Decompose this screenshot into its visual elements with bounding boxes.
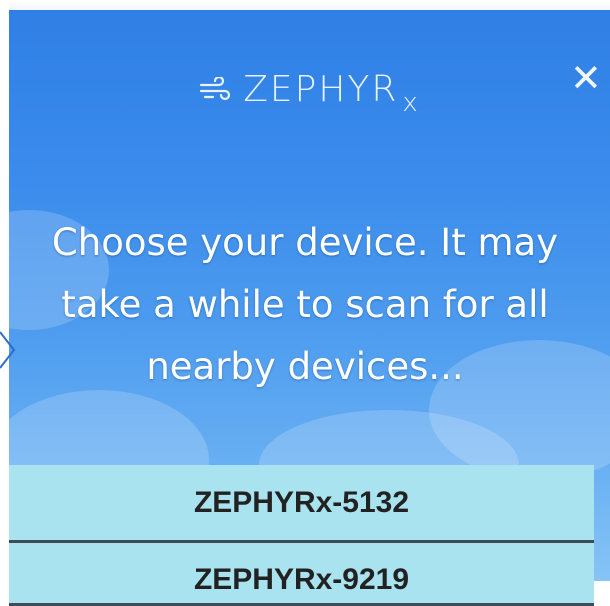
device-label: ZEPHYRx-9219	[193, 563, 410, 596]
previous-arrow-icon[interactable]	[0, 330, 20, 370]
instructions-text: Choose your device. It may take a while …	[51, 221, 559, 388]
wind-icon	[199, 75, 233, 101]
device-item[interactable]: ZEPHYRx-9219	[9, 543, 594, 606]
brand-suffix: x	[402, 88, 420, 118]
brand-name: ZEPHYR	[243, 68, 399, 110]
device-label: ZEPHYRx-5132	[193, 485, 410, 519]
left-gutter	[0, 0, 9, 581]
device-item[interactable]: ZEPHYRx-5132	[9, 465, 594, 543]
brand-logo: ZEPHYR x	[9, 64, 610, 118]
device-list: ZEPHYRx-5132 ZEPHYRx-9219	[9, 465, 594, 606]
close-icon: ✕	[570, 56, 602, 100]
close-button[interactable]: ✕	[570, 58, 610, 98]
